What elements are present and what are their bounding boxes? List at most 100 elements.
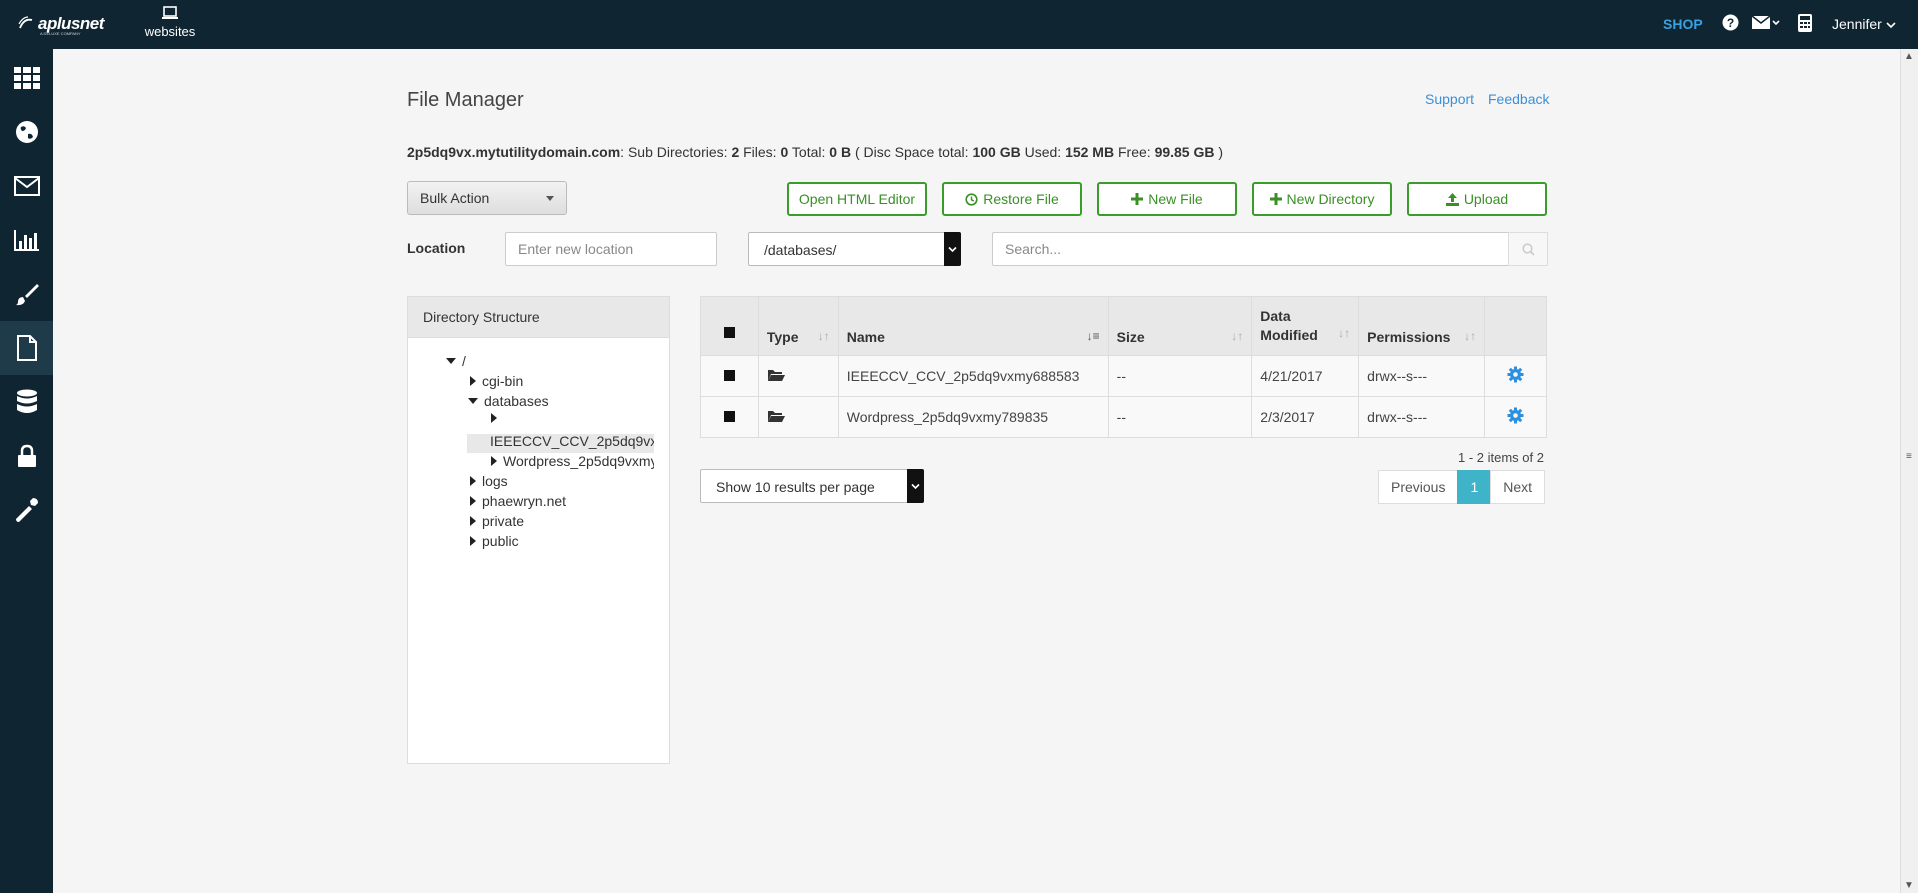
open-html-editor-button[interactable]: Open HTML Editor [787, 182, 927, 216]
page-button-current[interactable]: 1 [1457, 470, 1492, 504]
sort-icon: ↓↑ [817, 329, 830, 343]
scroll-grip-icon[interactable]: ≡ [1906, 451, 1912, 462]
table-row[interactable]: IEEECCV_CCV_2p5dq9vxmy688583 -- 4/21/201… [700, 355, 1547, 397]
size-cell: -- [1107, 355, 1253, 397]
sort-icon: ↓↑ [1231, 329, 1244, 343]
restore-file-button[interactable]: Restore File [942, 182, 1082, 216]
sidebar-item-design[interactable] [0, 267, 53, 321]
tree-node-private[interactable]: private [470, 513, 524, 529]
per-page-value: Show 10 results per page [716, 479, 875, 495]
upload-button[interactable]: Upload [1407, 182, 1547, 216]
column-label: Type [766, 329, 799, 345]
scroll-down-icon[interactable]: ▼ [1904, 880, 1914, 891]
per-page-select[interactable]: Show 10 results per page [700, 469, 924, 503]
new-directory-button[interactable]: New Directory [1252, 182, 1392, 216]
row-checkbox[interactable] [723, 370, 735, 381]
tree-node-public[interactable]: public [470, 533, 519, 549]
tree-node-wordpress[interactable]: Wordpress_2p5dq9vxmy789835 [491, 453, 654, 469]
calculator-icon[interactable] [1797, 14, 1813, 35]
search-input[interactable] [992, 232, 1508, 266]
row-select-cell[interactable] [700, 396, 759, 438]
sidebar-item-stats[interactable] [0, 213, 53, 267]
total-label: Total: [791, 144, 826, 160]
disk-summary: 2p5dq9vx.mytutilitydomain.com: Sub Direc… [407, 144, 1223, 160]
table-header-row: Type ↓↑ Name ↓≡ Size ↓↑ Data Modified ↓↑ Per… [700, 296, 1547, 356]
tree-node-root[interactable]: / [446, 353, 466, 369]
column-header-permissions[interactable]: Permissions ↓↑ [1358, 296, 1486, 356]
new-file-label: New File [1148, 191, 1203, 207]
select-all-header[interactable] [700, 296, 759, 356]
search-icon [1521, 242, 1535, 256]
tree-node-databases[interactable]: databases [468, 393, 549, 409]
location-input[interactable] [505, 232, 717, 266]
help-icon[interactable]: ? [1722, 14, 1739, 34]
tree-node-ieeeccv[interactable]: IEEECCV_CCV_2p5dq9vxmy688583 [490, 433, 654, 449]
row-checkbox[interactable] [723, 411, 735, 422]
tree-node-label: logs [482, 473, 508, 489]
tree-node-phaewryn[interactable]: phaewryn.net [470, 493, 566, 509]
column-header-name[interactable]: Name ↓≡ [837, 296, 1109, 356]
name-cell[interactable]: IEEECCV_CCV_2p5dq9vxmy688583 [837, 355, 1109, 397]
directory-tree: / cgi-bin databases IEEECCV_CCV_2p5dq9vx… [408, 338, 654, 764]
tree-node-label: private [482, 513, 525, 529]
column-header-type[interactable]: Type ↓↑ [757, 296, 839, 356]
name-cell[interactable]: Wordpress_2p5dq9vxmy789835 [837, 396, 1109, 438]
support-link[interactable]: Support [1425, 91, 1474, 107]
sidebar [0, 49, 53, 893]
row-actions-cell[interactable] [1484, 396, 1547, 438]
column-header-size[interactable]: Size ↓↑ [1107, 296, 1253, 356]
sidebar-item-tools[interactable] [0, 483, 53, 537]
bulk-action-select[interactable]: Bulk Action [407, 181, 567, 215]
row-select-cell[interactable] [700, 355, 759, 397]
modified-cell: 4/21/2017 [1251, 355, 1360, 397]
subdir-label: : Sub Directories: [620, 144, 728, 160]
gear-icon[interactable] [1507, 366, 1524, 383]
plus-icon [1131, 193, 1144, 205]
new-file-button[interactable]: New File [1097, 182, 1237, 216]
column-header-modified[interactable]: Data Modified ↓↑ [1251, 296, 1360, 356]
caret-down-icon [446, 358, 456, 364]
sidebar-item-databases[interactable] [0, 375, 53, 429]
next-page-button[interactable]: Next [1490, 470, 1546, 504]
laptop-icon [162, 6, 178, 19]
directory-structure-panel: Directory Structure / cgi-bin databases … [407, 296, 670, 764]
caret-down-icon [546, 196, 554, 201]
user-menu[interactable]: Jennifer [1832, 16, 1896, 32]
websites-nav[interactable]: websites [140, 6, 200, 39]
tree-node-logs[interactable]: logs [470, 473, 508, 489]
vertical-scrollbar[interactable]: ▲ ≡ ▼ [1900, 49, 1918, 893]
sidebar-item-apps[interactable] [0, 51, 53, 105]
previous-page-button[interactable]: Previous [1378, 470, 1459, 504]
file-table: Type ↓↑ Name ↓≡ Size ↓↑ Data Modified ↓↑ Per… [700, 296, 1547, 438]
tree-node-cgi-bin[interactable]: cgi-bin [470, 373, 523, 389]
sidebar-item-email[interactable] [0, 159, 53, 213]
tree-node-ieeeccv-toggle[interactable] [491, 413, 497, 423]
file-icon [16, 335, 37, 361]
files-count: 0 [780, 144, 789, 160]
mail-dropdown-icon[interactable] [1751, 14, 1780, 34]
used-label: Used: [1024, 144, 1062, 160]
caret-right-icon [470, 516, 476, 526]
directory-select[interactable]: /databases/ [748, 232, 961, 266]
table-row[interactable]: Wordpress_2p5dq9vxmy789835 -- 2/3/2017 d… [700, 396, 1547, 438]
used-value: 152 MB [1065, 144, 1115, 160]
select-all-checkbox[interactable] [723, 327, 735, 338]
caret-right-icon [470, 536, 476, 546]
search-button[interactable] [1508, 232, 1548, 266]
tree-node-label: cgi-bin [482, 373, 524, 389]
scroll-up-icon[interactable]: ▲ [1904, 51, 1914, 62]
items-count: 1 - 2 items of 2 [1458, 450, 1544, 465]
sidebar-item-domains[interactable] [0, 105, 53, 159]
sidebar-item-security[interactable] [0, 429, 53, 483]
sidebar-item-files[interactable] [0, 321, 53, 375]
row-actions-cell[interactable] [1484, 355, 1547, 397]
brand-logo[interactable]: aplusnet A DELUXE COMPANY [18, 12, 104, 36]
mail-icon [13, 176, 40, 196]
feedback-link[interactable]: Feedback [1488, 91, 1549, 107]
open-html-editor-label: Open HTML Editor [798, 191, 916, 207]
gear-icon[interactable] [1507, 407, 1524, 424]
column-header-actions [1484, 296, 1547, 356]
caret-right-icon [470, 476, 476, 486]
shop-link[interactable]: SHOP [1663, 16, 1703, 32]
bar-chart-icon [13, 230, 39, 251]
